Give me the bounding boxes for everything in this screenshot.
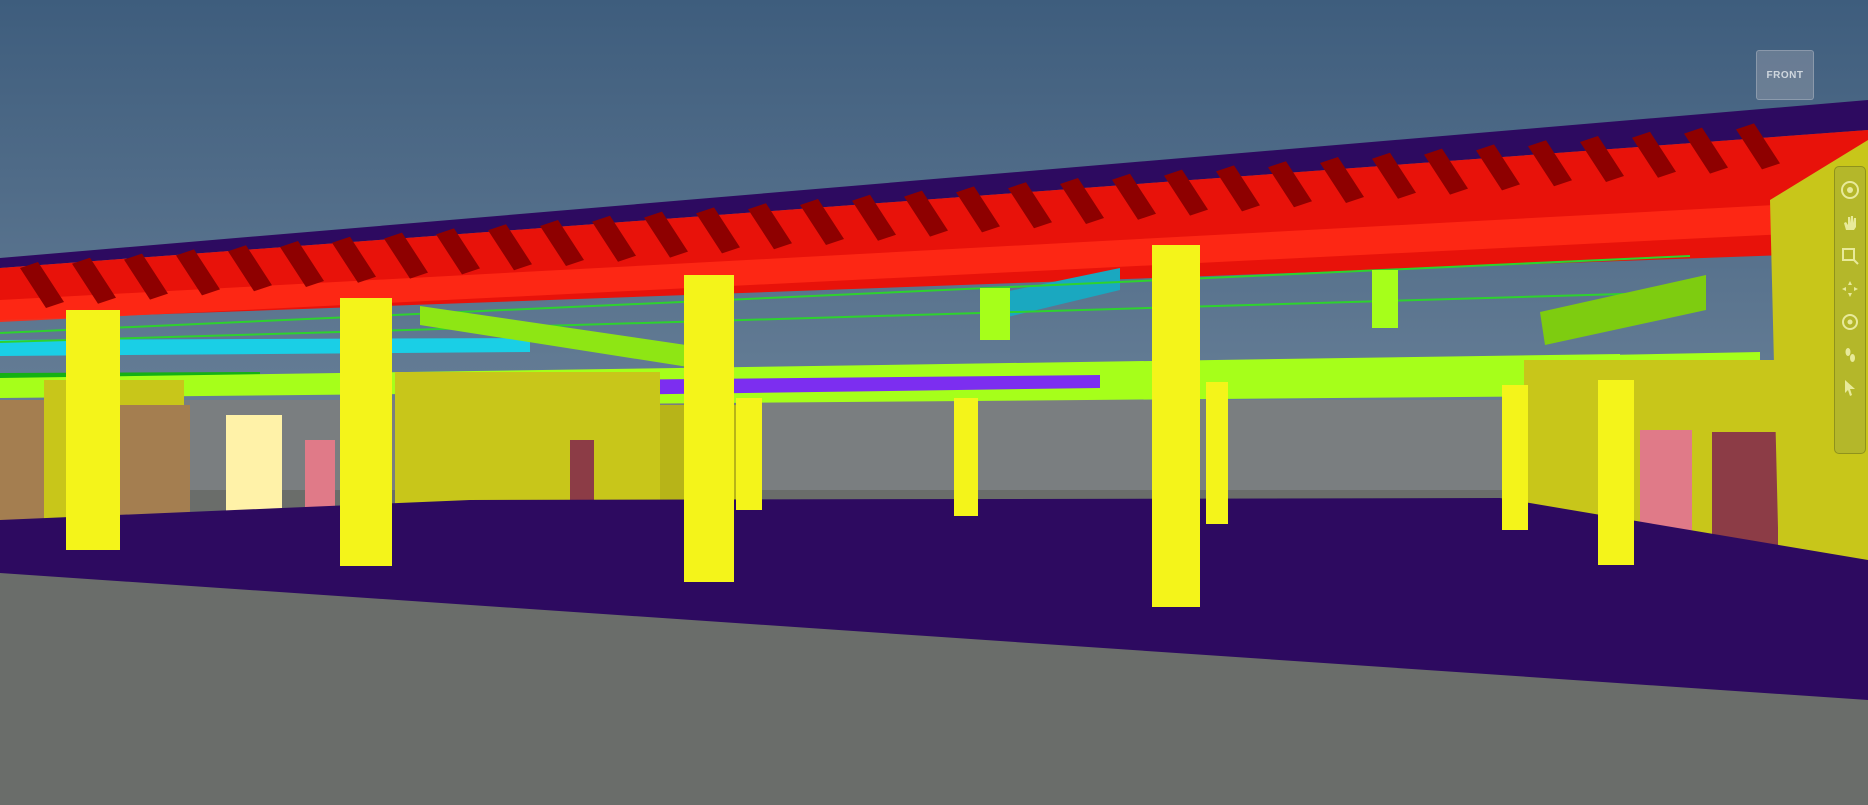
column <box>1598 380 1634 565</box>
column <box>66 310 120 550</box>
orbit-icon <box>1842 281 1858 297</box>
orbit-button[interactable] <box>1837 274 1863 304</box>
select-button[interactable] <box>1837 373 1863 403</box>
door-red <box>570 440 594 510</box>
3d-model-viewport[interactable]: FRONT <box>0 0 1868 805</box>
column <box>736 398 762 510</box>
viewcube[interactable]: FRONT <box>1756 50 1814 100</box>
walk-icon <box>1845 348 1855 362</box>
column <box>684 275 734 582</box>
column <box>340 298 392 566</box>
pan-button[interactable] <box>1837 208 1863 238</box>
look-around-button[interactable] <box>1837 307 1863 337</box>
wall-segment-brown <box>0 400 44 528</box>
column <box>1502 385 1528 530</box>
zoom-window-icon <box>1842 248 1859 265</box>
building-model-render <box>0 0 1868 805</box>
viewcube-face-label: FRONT <box>1766 69 1804 81</box>
navigation-bar <box>1834 166 1866 454</box>
steering-wheel-icon <box>1841 181 1859 199</box>
door-light <box>226 415 282 520</box>
steering-wheel-button[interactable] <box>1837 175 1863 205</box>
column <box>1206 382 1228 524</box>
look-around-icon <box>1842 314 1858 330</box>
select-pointer-icon <box>1845 380 1855 396</box>
column <box>1152 245 1200 607</box>
pan-icon <box>1844 216 1856 230</box>
zoom-window-button[interactable] <box>1837 241 1863 271</box>
column <box>954 398 978 516</box>
walk-button[interactable] <box>1837 340 1863 370</box>
